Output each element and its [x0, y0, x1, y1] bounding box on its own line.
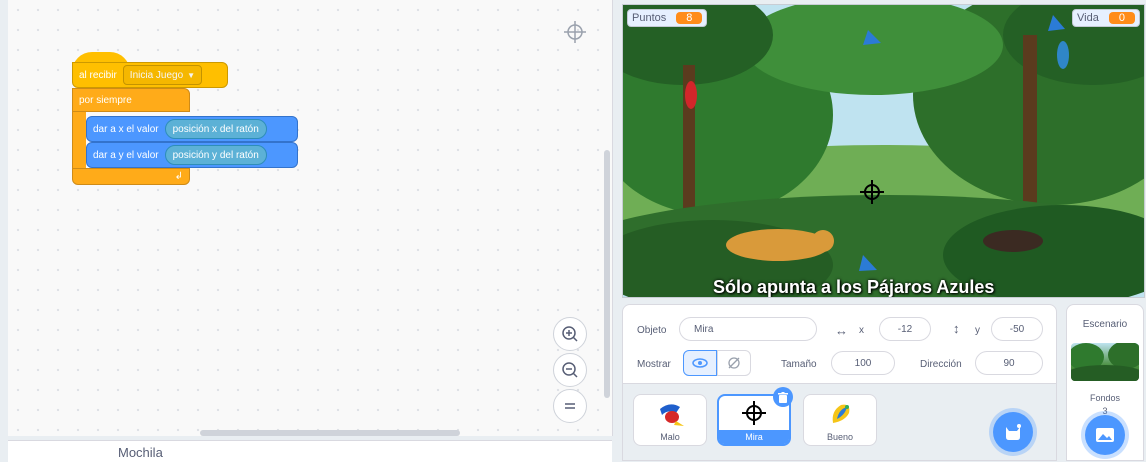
y-field[interactable]: -50: [991, 317, 1043, 341]
vertical-arrows-icon: ↕: [953, 321, 960, 336]
sprite-list: Malo Mira Bueno: [622, 384, 1057, 461]
size-value: 100: [854, 357, 872, 369]
jungle-thumbnail-icon: [1071, 343, 1139, 381]
horizontal-arrows-icon: ↔: [835, 323, 848, 338]
backpack[interactable]: Mochila: [8, 440, 612, 462]
sprite-tile-label: Mira: [719, 430, 789, 444]
sprite-name-value: Mira: [694, 323, 714, 335]
backpack-label: Mochila: [118, 445, 163, 460]
stage-panel[interactable]: Escenario Fondos 3: [1066, 304, 1144, 461]
sprite-name-field[interactable]: Mira: [679, 317, 817, 341]
x-label: x: [859, 325, 864, 336]
zoom-reset-icon: [565, 403, 575, 409]
backdrops-label: Fondos: [1089, 393, 1121, 403]
set-x-label: dar a x el valor: [93, 123, 159, 135]
when-i-receive-block[interactable]: al recibir Inicia Juego ▼: [72, 62, 228, 88]
direction-field[interactable]: 90: [975, 351, 1043, 375]
x-field[interactable]: -12: [879, 317, 931, 341]
mouse-x-reporter[interactable]: posición x del ratón: [164, 119, 267, 139]
message-dropdown[interactable]: Inicia Juego ▼: [122, 65, 203, 85]
zoom-reset-button[interactable]: [553, 389, 587, 423]
red-parrot-icon: [660, 404, 684, 426]
choose-backdrop-button[interactable]: [1085, 415, 1125, 455]
sprite-info-panel: Objeto Mira ↔ x -12 ↕ y -50 Mostrar Tama…: [622, 304, 1057, 384]
when-i-receive-label: al recibir: [79, 69, 117, 81]
show-hidden-button[interactable]: [717, 350, 751, 376]
set-x-block[interactable]: dar a x el valor posición x del ratón: [86, 116, 298, 142]
stage-caption: Sólo apunta a los Pájaros Azules: [713, 277, 995, 297]
life-value: 0: [1108, 12, 1135, 24]
score-value: 8: [676, 12, 703, 24]
show-label: Mostrar: [637, 359, 671, 370]
dropdown-arrow-icon: ▼: [187, 70, 196, 80]
sprite-tile-label: Malo: [660, 432, 680, 442]
set-y-label: dar a y el valor: [93, 149, 159, 161]
show-visible-button[interactable]: [683, 350, 717, 376]
crosshair-icon[interactable]: [563, 20, 587, 44]
backdrop-thumbnail[interactable]: [1071, 343, 1139, 381]
mouse-y-reporter[interactable]: posición y del ratón: [164, 145, 267, 165]
sprite-label: Objeto: [637, 325, 667, 336]
eye-slash-icon: [728, 357, 740, 369]
zoom-out-button[interactable]: [553, 353, 587, 387]
code-area[interactable]: al recibir Inicia Juego ▼ por siempre ↲ …: [8, 0, 613, 436]
forever-block[interactable]: por siempre: [72, 88, 190, 112]
sprite-tile-malo[interactable]: Malo: [633, 394, 707, 446]
cat-add-icon: [1006, 424, 1021, 440]
sprite-tile-bueno[interactable]: Bueno: [803, 394, 877, 446]
life-label: Vida: [1077, 12, 1099, 24]
score-label: Puntos: [632, 12, 667, 24]
message-dropdown-value: Inicia Juego: [129, 69, 184, 81]
direction-label: Dirección: [920, 359, 962, 370]
blue-bird-icon: [832, 404, 850, 423]
crosshair-sprite-icon[interactable]: [859, 179, 885, 205]
sprite-tile-label: Bueno: [826, 432, 854, 442]
delete-sprite-button[interactable]: [773, 387, 793, 407]
size-label: Tamaño: [781, 359, 817, 370]
trash-icon: [778, 391, 788, 403]
y-value: -50: [1009, 323, 1025, 335]
set-y-block[interactable]: dar a y el valor posición y del ratón: [86, 142, 298, 168]
size-field[interactable]: 100: [831, 351, 895, 375]
forever-block-bottom: ↲: [72, 168, 190, 185]
crosshair-icon: [742, 401, 766, 425]
direction-value: 90: [1003, 357, 1015, 369]
jungle-backdrop: [623, 5, 1144, 297]
zoom-in-button[interactable]: [553, 317, 587, 351]
score-monitor: Puntos 8: [627, 9, 708, 27]
life-monitor: Vida 0: [1072, 9, 1140, 27]
x-value: -12: [897, 323, 913, 335]
loop-arrow-icon: ↲: [174, 171, 183, 182]
eye-icon: [692, 358, 708, 368]
forever-block-arm: [72, 112, 86, 168]
choose-sprite-button[interactable]: [993, 412, 1033, 452]
forever-label: por siempre: [79, 94, 132, 106]
zoom-out-icon: [562, 362, 578, 378]
code-vertical-scrollbar[interactable]: [604, 150, 610, 398]
y-label: y: [975, 325, 980, 336]
zoom-in-icon: [562, 326, 578, 342]
image-add-icon: [1096, 428, 1114, 442]
stage[interactable]: Puntos 8 Vida 0 Sólo apunta a los Pájaro…: [622, 4, 1145, 298]
code-horizontal-scrollbar[interactable]: [200, 430, 460, 436]
stage-panel-title: Escenario: [1082, 319, 1128, 330]
